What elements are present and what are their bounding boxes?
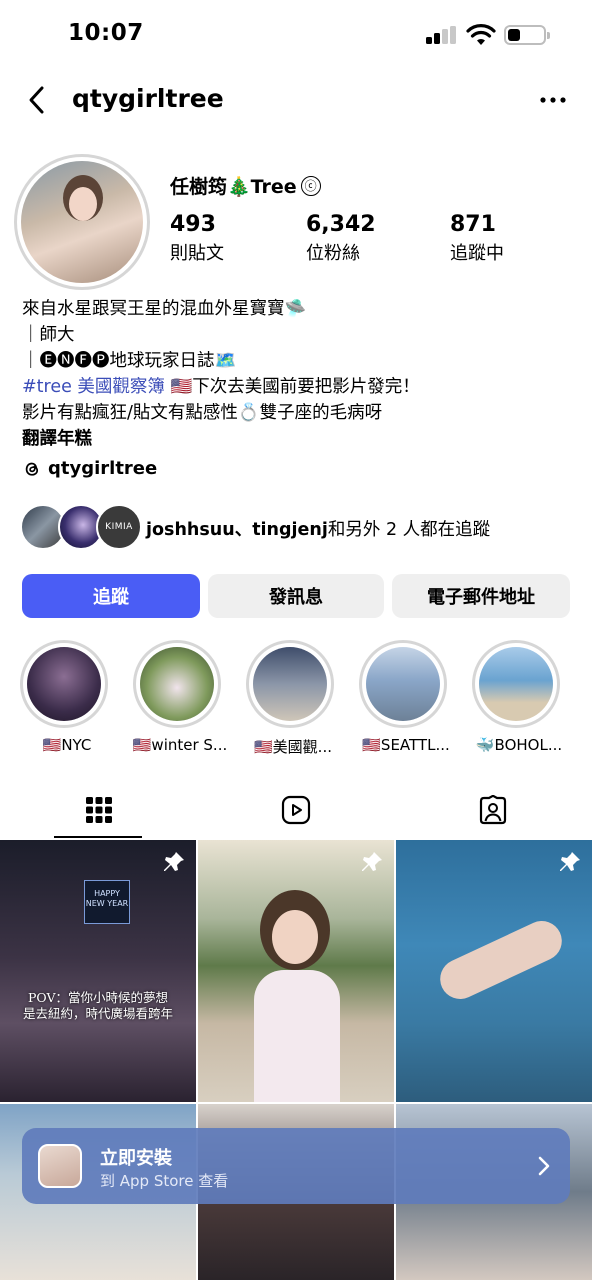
post-thumbnail[interactable]	[198, 840, 394, 1102]
install-title: 立即安裝	[100, 1148, 172, 1169]
profile-avatar[interactable]	[14, 154, 150, 290]
pin-icon	[560, 852, 580, 871]
highlight-thumbnail	[140, 647, 214, 721]
stat-following-value: 871	[450, 212, 496, 237]
profile-bio: 來自水星跟冥王星的混血外星寶寶🛸 ｜師大 ｜🅔🅝🅕🅟地球玩家日誌🗺️ #tree…	[22, 296, 572, 452]
post-caption: POV：當你小時候的夢想 是去紐約，時代廣場看跨年	[0, 990, 196, 1022]
mutual-follower-names: joshhsuu、tingjenj	[146, 520, 328, 540]
stat-followers-value: 6,342	[306, 212, 376, 237]
highlight-label: 🇺🇸winter S...	[132, 736, 228, 754]
tab-reels[interactable]	[197, 780, 394, 840]
battery-icon	[504, 25, 550, 45]
bio-hashtag-link[interactable]: #tree 美國觀察簿	[22, 377, 165, 397]
install-subtitle: 到 App Store 查看	[100, 1172, 229, 1190]
email-button[interactable]: 電子郵件地址	[392, 574, 570, 618]
threads-handle: qtygirltree	[48, 458, 158, 479]
highlight-ring	[472, 640, 560, 728]
reels-icon	[281, 795, 310, 825]
stat-posts-label: 則貼文	[170, 243, 224, 264]
highlight-ring	[359, 640, 447, 728]
highlight-ring	[246, 640, 334, 728]
avatar-image	[21, 161, 143, 283]
registered-mark-icon: ⓒ	[300, 175, 321, 196]
follow-button[interactable]: 追蹤	[22, 574, 200, 618]
bio-line: ｜師大	[22, 325, 75, 345]
bio-line: 翻譯年糕	[22, 429, 92, 449]
more-horizontal-icon[interactable]	[540, 88, 566, 112]
story-highlight[interactable]: 🐳BOHOL...	[470, 640, 562, 754]
highlight-ring	[133, 640, 221, 728]
post-sign-text: HAPPY NEW YEAR	[84, 880, 130, 924]
status-bar: 10:07	[0, 0, 592, 70]
highlight-thumbnail	[253, 647, 327, 721]
post-caption-line: 是去紐約，時代廣場看跨年	[22, 1006, 173, 1021]
story-highlight[interactable]: 🇺🇸SEATTL...	[357, 640, 450, 754]
highlight-label: 🇺🇸美國觀...	[254, 738, 332, 756]
status-time: 10:07	[68, 20, 144, 46]
bio-line-text: 🇺🇸下次去美國前要把影片發完！	[164, 377, 420, 397]
pin-icon	[362, 852, 382, 871]
threads-icon	[25, 462, 39, 476]
post-figure	[272, 910, 318, 964]
highlight-thumbnail	[27, 647, 101, 721]
tagged-person-icon	[479, 795, 506, 825]
stat-followers[interactable]: 6,342 位粉絲	[306, 212, 376, 265]
bio-line: 影片有點瘋狂/貼文有點感性💍雙子座的毛病呀	[22, 403, 383, 423]
highlight-label: 🇺🇸SEATTL...	[362, 736, 450, 754]
stat-posts[interactable]: 493 則貼文	[170, 212, 224, 265]
message-button[interactable]: 發訊息	[208, 574, 384, 618]
post-grid: HAPPY NEW YEAR POV：當你小時候的夢想 是去紐約，時代廣場看跨年	[0, 840, 592, 1280]
stat-followers-label: 位粉絲	[306, 243, 360, 264]
display-name: 任樹筠🎄Tree ⓒ	[170, 172, 321, 199]
pin-icon	[164, 852, 184, 871]
display-name-text: 任樹筠🎄Tree	[170, 176, 297, 198]
active-tab-indicator	[54, 836, 142, 838]
stat-following[interactable]: 871 追蹤中	[450, 212, 504, 265]
mutual-follower-suffix: 和另外 2 人都在追蹤	[327, 520, 491, 540]
post-caption-line: POV：當你小時候的夢想	[28, 990, 168, 1005]
mutual-followers-text: joshhsuu、tingjenj和另外 2 人都在追蹤	[146, 516, 490, 541]
story-highlight[interactable]: 🇺🇸winter S...	[131, 640, 227, 754]
mutual-avatar: KIMIA	[96, 504, 142, 550]
battery-level	[508, 29, 520, 41]
highlight-label: 🇺🇸NYC	[42, 736, 92, 754]
app-install-thumbnail	[38, 1144, 82, 1188]
highlight-thumbnail	[479, 647, 553, 721]
mutual-followers[interactable]: KIMIA joshhsuu、tingjenj和另外 2 人都在追蹤	[20, 504, 580, 552]
highlight-ring	[20, 640, 108, 728]
tab-grid[interactable]	[0, 780, 197, 840]
highlight-label: 🐳BOHOL...	[475, 736, 563, 754]
stat-posts-value: 493	[170, 212, 216, 237]
story-highlight[interactable]: 🇺🇸美國觀...	[244, 640, 336, 757]
profile-tabs	[0, 780, 592, 840]
chevron-left-icon[interactable]	[24, 84, 52, 116]
story-highlight[interactable]: 🇺🇸NYC	[18, 640, 110, 754]
wifi-icon	[466, 24, 496, 45]
profile-username: qtygirltree	[72, 84, 224, 113]
post-figure	[254, 970, 340, 1102]
post-thumbnail[interactable]	[396, 840, 592, 1102]
grid-icon	[85, 797, 112, 823]
threads-link[interactable]: qtygirltree	[22, 458, 157, 479]
profile-header: qtygirltree	[0, 72, 592, 128]
post-figure	[433, 914, 569, 1006]
cellular-signal-icon	[426, 26, 458, 44]
app-install-banner[interactable]: 立即安裝 到 App Store 查看	[22, 1128, 570, 1204]
chevron-right-icon	[538, 1156, 550, 1176]
bio-line: ｜🅔🅝🅕🅟地球玩家日誌🗺️	[22, 351, 237, 371]
bio-line: #tree 美國觀察簿 🇺🇸下次去美國前要把影片發完！	[22, 374, 572, 400]
highlight-thumbnail	[366, 647, 440, 721]
post-thumbnail[interactable]: HAPPY NEW YEAR POV：當你小時候的夢想 是去紐約，時代廣場看跨年	[0, 840, 196, 1102]
bio-line: 來自水星跟冥王星的混血外星寶寶🛸	[22, 299, 307, 319]
tab-tagged[interactable]	[394, 780, 591, 840]
stat-following-label: 追蹤中	[450, 243, 504, 264]
